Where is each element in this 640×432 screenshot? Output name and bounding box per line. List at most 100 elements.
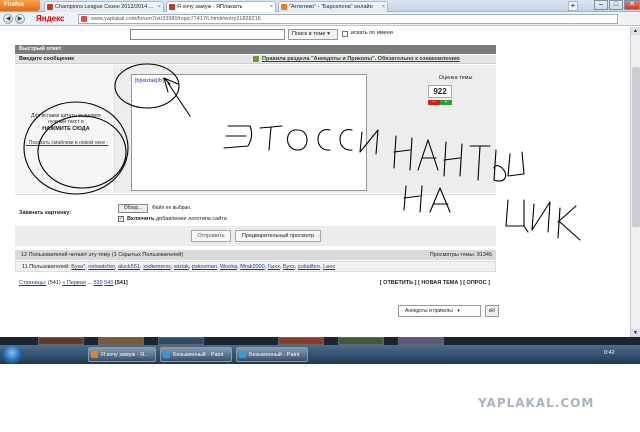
paint-icon [163,351,170,358]
current-page: [541] [114,280,128,286]
close-window-button[interactable]: ✕ [624,0,640,10]
thumbnail[interactable] [278,337,324,345]
page-link[interactable]: 540 [104,280,113,286]
back-arrow-icon[interactable]: ◀ [3,14,13,24]
users-prefix: 11 Пользователей: [22,264,70,270]
enter-message-label: Введите сообщение [19,56,75,62]
image-upload-row: Закачать картинку: Обзор... Файл не выбр… [15,194,496,225]
user-link[interactable]: Leex [323,264,335,270]
thumbnail[interactable] [158,337,204,345]
readers-count: 12 Пользователей читают эту тему (1 Скры… [21,252,184,258]
system-clock[interactable]: 0:42 [604,350,615,356]
rating-plus-button[interactable]: + [440,100,452,105]
pages-ellipsis: ... [87,280,92,286]
tab-atletico-barcelona[interactable]: "Атлетико" - "Барселона" онлайн × [278,1,388,12]
pages-label[interactable]: Страницы: [19,280,46,286]
maximize-button[interactable]: □ [609,0,623,10]
first-page-link[interactable]: « Первая [62,280,86,286]
new-tab-button[interactable]: + [568,1,578,11]
topic-views: Просмотры темы: 91345 [429,252,492,258]
user-link[interactable]: pskovman [192,264,217,270]
search-by-name-checkbox[interactable] [342,31,348,37]
scroll-down-icon[interactable]: ▼ [631,329,640,337]
topic-rating: Оценка темы 922 – + [415,65,496,193]
user-link[interactable]: Гыхх [268,264,280,270]
url-text: www.yaplakal.com/forum7/st/33980/topic77… [91,16,261,22]
task-label: Безымянный - Paint [249,352,300,358]
firefox-menu-button[interactable]: Firefox [0,0,40,11]
user-link[interactable]: aluck551 [118,264,140,270]
rules-icon [253,56,259,62]
user-link[interactable]: netwatcher [88,264,115,270]
site-favicon-icon [81,16,87,22]
readers-row: 12 Пользователей читают эту тему (1 Скры… [15,250,496,260]
tab-label: Champions League Сезон 2013/2014 ... [55,4,154,10]
taskbar-item-paint[interactable]: Безымянный - Paint [160,347,232,362]
message-textarea[interactable]: [b]wiziak[/b] [131,74,367,191]
add-logo-checkbox[interactable]: ✓ [118,216,124,222]
rating-value: 922 [428,85,452,98]
user-link[interactable]: Бука* [71,264,85,270]
paint-icon [239,351,246,358]
browser-tab-bar: Firefox Champions League Сезон 2013/2014… [0,0,640,12]
upload-image-label: Закачать картинку: [19,210,72,216]
editor-area: [b]wiziak[/b] [115,65,415,193]
scroll-up-icon[interactable]: ▲ [631,27,640,35]
forum-jump-select[interactable]: · Анекдоты и приколы · ▾ [398,305,481,317]
user-link[interactable]: xxdiemerxx [143,264,171,270]
message-header-row: Введите сообщение Правила раздела "Анекд… [15,55,496,64]
site-favicon-icon [169,4,175,10]
address-bar[interactable]: www.yaplakal.com/forum7/st/33980/topic77… [78,14,618,24]
thumbnail[interactable] [398,337,444,345]
search-in-topic-select[interactable]: Поиск в теме ▾ [288,29,338,40]
scroll-thumb[interactable] [632,67,640,227]
thumbnail[interactable] [98,337,144,345]
quick-reply-header: Быстрый ответ [15,45,496,54]
firefox-icon [91,351,98,358]
rating-label: Оценка темы [438,75,473,81]
quote-click-here-link[interactable]: НАЖМИТЕ СЮДА [25,126,107,132]
taskbar-item-firefox[interactable]: Я хочу замуж - Я... [88,347,156,362]
image-footer: YAPLAKAL.COM [0,364,640,432]
user-link[interactable]: wiziak [174,264,189,270]
site-favicon-icon [281,4,287,10]
user-link[interactable]: Wonka [220,264,237,270]
search-input[interactable] [130,29,285,40]
windows-start-icon[interactable] [2,345,22,364]
quote-helper-panel: Для вставки цитаты выделите нужный текст… [15,65,115,193]
section-rules-link[interactable]: Правила раздела "Анекдоты и Приколы". Об… [262,56,460,62]
yandex-logo[interactable]: Яндекс [36,14,64,23]
rating-minus-button[interactable]: – [428,100,440,105]
yaplakal-watermark: YAPLAKAL.COM [478,396,595,410]
task-label: Я хочу замуж - Я... [101,352,149,358]
browse-file-button[interactable]: Обзор... [118,204,148,213]
taskbar-item-paint[interactable]: Безымянный - Paint [236,347,308,362]
vertical-scrollbar[interactable]: ▲ ▼ [630,27,640,337]
tab-close-icon[interactable]: × [270,2,273,12]
tab-label: "Атлетико" - "Барселона" онлайн [289,4,373,10]
add-logo-label-strong: Включить [127,216,155,222]
user-link[interactable]: Mrak2000 [240,264,264,270]
windows-taskbar: Я хочу замуж - Я... Безымянный - Paint Б… [0,345,640,364]
thumbnail[interactable] [338,337,384,345]
page-link[interactable]: 539 [93,280,102,286]
topic-actions[interactable]: [ ОТВЕТИТЬ ] [ НОВАЯ ТЕМА ] [ ОПРОС ] [380,278,490,288]
send-button[interactable]: Отправить [191,230,231,242]
navigation-bar: ◀ ▶ Яндекс www.yaplakal.com/forum7/st/33… [0,12,640,26]
search-by-name-label: искать по имени [351,30,393,36]
preview-button[interactable]: Предварительный просмотр [235,230,321,242]
tab-ya-hochu-zamuzh[interactable]: Я хочу замуж - ЯПлакалъ × [166,1,276,12]
web-page: Поиск в теме ▾ искать по имени Быстрый о… [0,27,640,337]
tab-champions-league[interactable]: Champions League Сезон 2013/2014 ... × [44,1,164,12]
add-logo-label: Включить добавление логотипа сайта [127,216,227,222]
forum-jump-ok-button[interactable]: ok! [485,305,499,317]
tab-close-icon[interactable]: × [382,2,385,12]
thumbnail[interactable] [38,337,84,345]
forward-arrow-icon[interactable]: ▶ [15,14,25,24]
show-smiles-link[interactable]: · Показать смайлики в новом окне · [21,140,113,146]
forum-content: Поиск в теме ▾ искать по имени Быстрый о… [15,27,499,337]
user-link[interactable]: zubalibre [298,264,320,270]
tab-close-icon[interactable]: × [158,2,161,12]
minimize-button[interactable]: – [594,0,608,10]
user-link[interactable]: Бухх [283,264,295,270]
